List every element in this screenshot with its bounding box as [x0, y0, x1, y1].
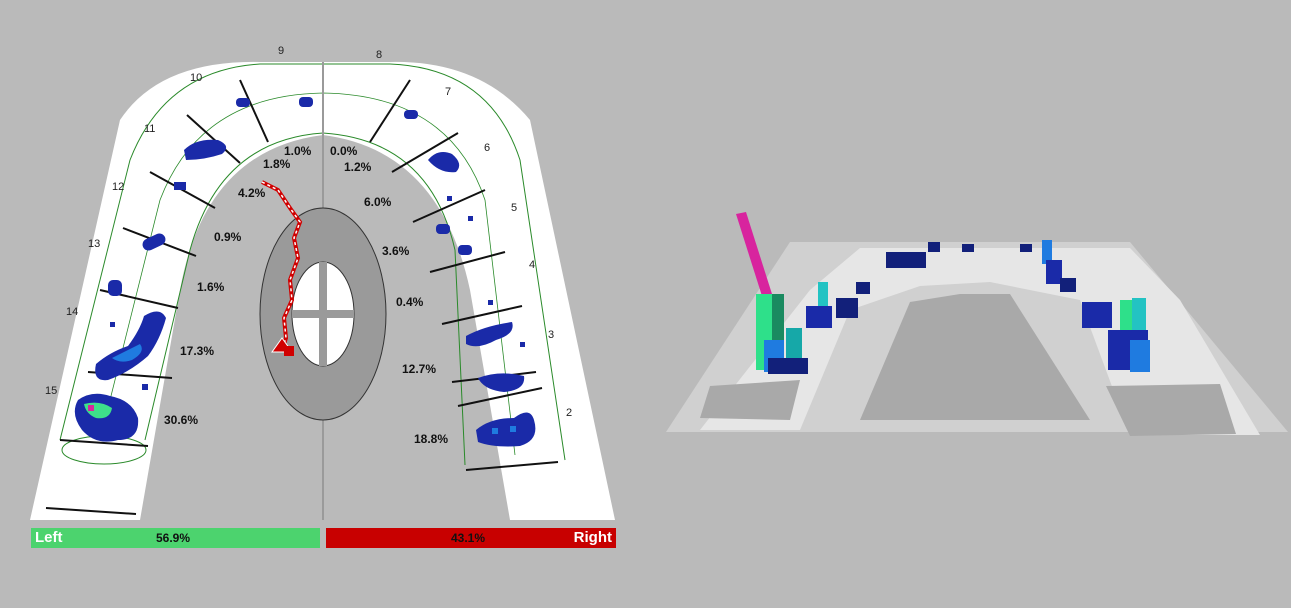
pct-tooth-7: 1.2% [344, 160, 372, 174]
tooth-number-6: 6 [484, 142, 490, 154]
tooth-number-2: 2 [566, 407, 572, 419]
tooth-number-13: 13 [88, 238, 100, 250]
trajectory-end-marker [284, 346, 294, 356]
pct-tooth-9: 1.0% [284, 144, 312, 158]
pct-tooth-12: 0.9% [214, 230, 242, 244]
pct-tooth-2: 18.8% [414, 432, 448, 446]
left-force-bar: Left 56.9% [31, 528, 320, 548]
pct-tooth-10: 1.8% [263, 157, 291, 171]
pct-tooth-6: 6.0% [364, 195, 392, 209]
pct-tooth-11: 4.2% [238, 186, 266, 200]
tooth-number-15: 15 [45, 385, 57, 397]
right-bar-value: 43.1% [451, 531, 486, 545]
tooth-number-14: 14 [66, 306, 78, 318]
tooth-number-3: 3 [548, 329, 554, 341]
tooth-number-10: 10 [190, 72, 202, 84]
right-bar-label: Right [573, 529, 612, 546]
pct-tooth-5: 3.6% [382, 244, 410, 258]
tooth-number-8: 8 [376, 49, 382, 61]
pct-tooth-4: 0.4% [396, 295, 424, 309]
occlusal-2d-map: 2 3 4 5 6 7 8 9 10 11 12 13 14 15 30.6% … [30, 45, 615, 520]
pct-tooth-13: 1.6% [197, 280, 225, 294]
pct-tooth-8: 0.0% [330, 144, 358, 158]
pct-tooth-15: 30.6% [164, 413, 198, 427]
tooth-number-12: 12 [112, 181, 124, 193]
pct-tooth-3: 12.7% [402, 362, 436, 376]
left-bar-value: 56.9% [156, 531, 191, 545]
tooth-number-5: 5 [511, 202, 517, 214]
tooth-number-4: 4 [529, 259, 535, 271]
pct-tooth-14: 17.3% [180, 344, 214, 358]
right-force-bar: 43.1% Right [326, 528, 616, 548]
left-bar-label: Left [35, 529, 63, 546]
tooth-number-11: 11 [144, 123, 155, 135]
occlusal-3d-view [666, 212, 1288, 436]
3d-heel-left [700, 380, 800, 420]
tooth-number-7: 7 [445, 86, 451, 98]
tooth-number-9: 9 [278, 45, 284, 57]
